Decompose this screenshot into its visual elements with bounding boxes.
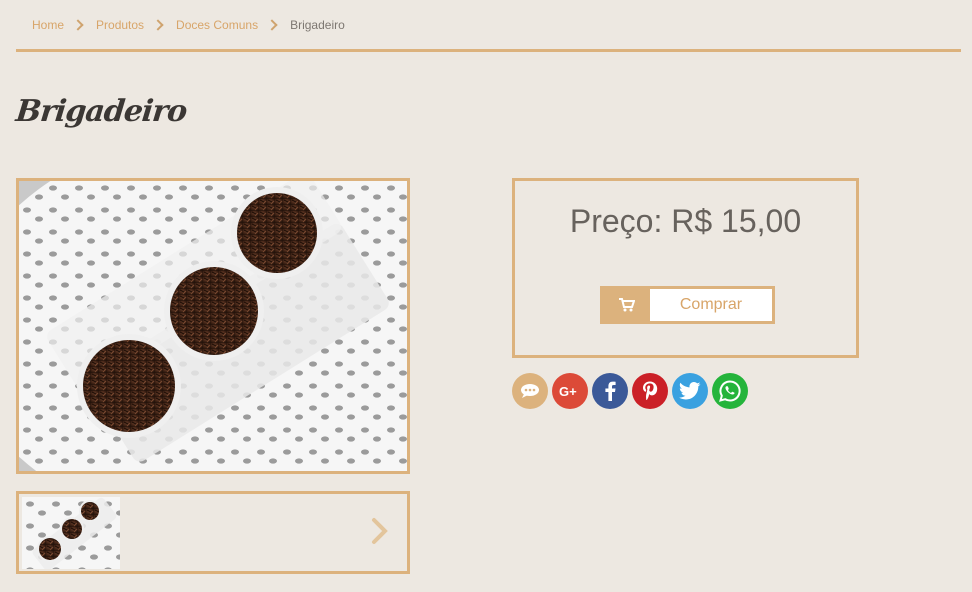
whatsapp-share-button[interactable] xyxy=(712,373,748,409)
chevron-right-icon xyxy=(372,518,388,544)
page-title: Brigadeiro xyxy=(14,94,189,129)
svg-text:G+: G+ xyxy=(559,384,577,398)
pinterest-icon xyxy=(643,381,658,400)
breadcrumb-current: Brigadeiro xyxy=(290,17,345,32)
buy-button-label: Comprar xyxy=(679,296,743,313)
comment-share-button[interactable] xyxy=(512,373,548,409)
product-main-image[interactable] xyxy=(16,178,410,474)
comment-icon xyxy=(521,384,539,398)
google-plus-share-button[interactable]: G+ xyxy=(552,373,588,409)
google-plus-icon: G+ xyxy=(559,384,577,398)
cart-icon xyxy=(603,289,650,321)
twitter-share-button[interactable] xyxy=(672,373,708,409)
twitter-icon xyxy=(679,382,701,400)
thumbnail-next-button[interactable] xyxy=(365,516,395,546)
thumbnail-1[interactable] xyxy=(22,497,120,569)
product-photo xyxy=(19,181,407,471)
whatsapp-icon xyxy=(719,380,741,402)
buy-button[interactable]: Comprar xyxy=(600,286,775,324)
breadcrumb-doces-comuns[interactable]: Doces Comuns xyxy=(176,18,258,32)
thumbnail-strip xyxy=(16,491,410,574)
chevron-right-icon xyxy=(72,18,84,31)
chevron-right-icon xyxy=(266,18,278,31)
chevron-right-icon xyxy=(152,18,164,31)
pinterest-share-button[interactable] xyxy=(632,373,668,409)
facebook-share-button[interactable] xyxy=(592,373,628,409)
facebook-icon xyxy=(605,381,616,401)
breadcrumb-produtos[interactable]: Produtos xyxy=(96,18,144,32)
share-buttons: G+ xyxy=(512,373,748,409)
price-box: Preço: R$ 15,00 Comprar xyxy=(512,178,859,358)
product-price: Preço: R$ 15,00 xyxy=(569,203,802,239)
breadcrumb-home[interactable]: Home xyxy=(32,18,64,32)
thumbnail-photo xyxy=(22,497,120,569)
breadcrumb: Home Produtos Doces Comuns Brigadeiro xyxy=(16,0,961,52)
